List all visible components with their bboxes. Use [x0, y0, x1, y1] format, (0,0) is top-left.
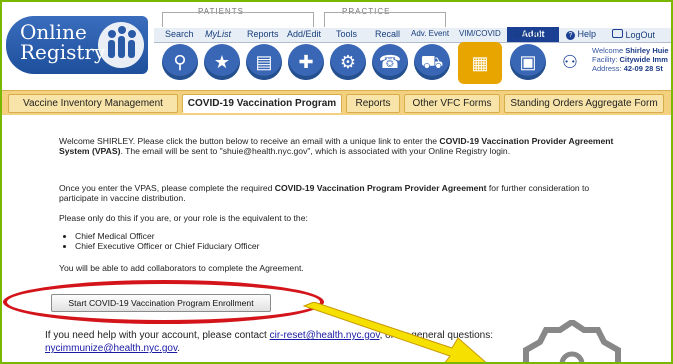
nav-recall[interactable]: Recall: [375, 29, 400, 39]
nav-vim-covid[interactable]: VIM/COVID: [459, 29, 501, 38]
tab-reports[interactable]: Reports: [346, 94, 400, 113]
logo-line1: Online: [20, 20, 87, 44]
address-value: 42-09 28 St: [623, 64, 663, 73]
nav-adv-event[interactable]: Adv. Event: [411, 29, 449, 38]
eligible-roles-list: Chief Medical Officer Chief Executive Of…: [59, 231, 260, 251]
logo-line2: Registry: [20, 40, 106, 64]
instructions-paragraph: Once you enter the VPAS, please complete…: [59, 183, 590, 203]
adv-event-icon[interactable]: ⛟: [414, 44, 450, 80]
user-info: Welcome Shirley Huie Facility: Citywide …: [592, 46, 671, 73]
vim-covid-icon[interactable]: ▦: [458, 42, 502, 84]
tab-standing-orders[interactable]: Standing Orders Aggregate Form: [504, 94, 664, 113]
welcome-label: Welcome: [592, 46, 624, 55]
highlight-annotation-oval: [3, 280, 324, 324]
online-registry-logo[interactable]: Online Registry: [6, 16, 148, 74]
setup-icon[interactable]: ▣: [510, 44, 546, 80]
intro-paragraph: Welcome SHIRLEY. Please click the button…: [59, 136, 614, 156]
search-icon[interactable]: ⚲: [162, 44, 198, 80]
tab-bar: Vaccine Inventory Management COVID-19 Va…: [2, 90, 671, 116]
nav-search[interactable]: Search: [165, 29, 194, 39]
recall-icon[interactable]: ☎: [372, 44, 408, 80]
header: Online Registry PATIENTS PRACTICE Search…: [2, 2, 671, 90]
adult-icon: ⚇: [552, 44, 588, 80]
nav-add-edit[interactable]: Add/Edit: [287, 29, 321, 39]
facility-value: Citywide Imm: [619, 55, 668, 64]
nav-mylist[interactable]: MyList: [205, 29, 231, 39]
address-label: Address:: [592, 64, 622, 73]
nycimmunize-email-link[interactable]: nycimmunize@health.nyc.gov: [45, 343, 177, 354]
certificate-badge-icon: [523, 320, 621, 362]
reports-icon[interactable]: ▤: [246, 44, 282, 80]
welcome-name: Shirley Huie: [625, 46, 669, 55]
help-icon: ?: [566, 31, 575, 40]
mylist-icon[interactable]: ★: [204, 44, 240, 80]
nav-setup[interactable]: Set Up: [513, 29, 541, 39]
list-item: Chief Executive Officer or Chief Fiducia…: [75, 241, 260, 251]
app-window: Online Registry PATIENTS PRACTICE Search…: [0, 0, 673, 364]
family-icon: [98, 22, 144, 68]
tab-covid-vaccination-program[interactable]: COVID-19 Vaccination Program: [182, 94, 342, 113]
facility-label: Facility:: [592, 55, 618, 64]
list-item: Chief Medical Officer: [75, 231, 260, 241]
eligibility-paragraph: Please only do this if you are, or your …: [59, 213, 308, 223]
tab-vaccine-inventory[interactable]: Vaccine Inventory Management: [8, 94, 178, 113]
annotation-arrow: [302, 302, 487, 362]
practice-group-bracket: [324, 12, 446, 27]
logo-text: Online Registry: [20, 22, 105, 62]
help-link[interactable]: ? Help: [566, 29, 596, 40]
add-edit-icon[interactable]: ✚: [288, 44, 324, 80]
patients-group-bracket: [162, 12, 314, 27]
logout-link[interactable]: LogOut: [612, 29, 655, 40]
collaborators-paragraph: You will be able to add collaborators to…: [59, 263, 304, 273]
logout-icon: [612, 29, 623, 38]
logout-label: LogOut: [625, 30, 656, 40]
nav-reports[interactable]: Reports: [247, 29, 279, 39]
nav-tools[interactable]: Tools: [336, 29, 357, 39]
tab-other-vfc-forms[interactable]: Other VFC Forms: [404, 94, 500, 113]
tools-icon[interactable]: ⚙: [330, 44, 366, 80]
help-label: Help: [577, 29, 597, 39]
